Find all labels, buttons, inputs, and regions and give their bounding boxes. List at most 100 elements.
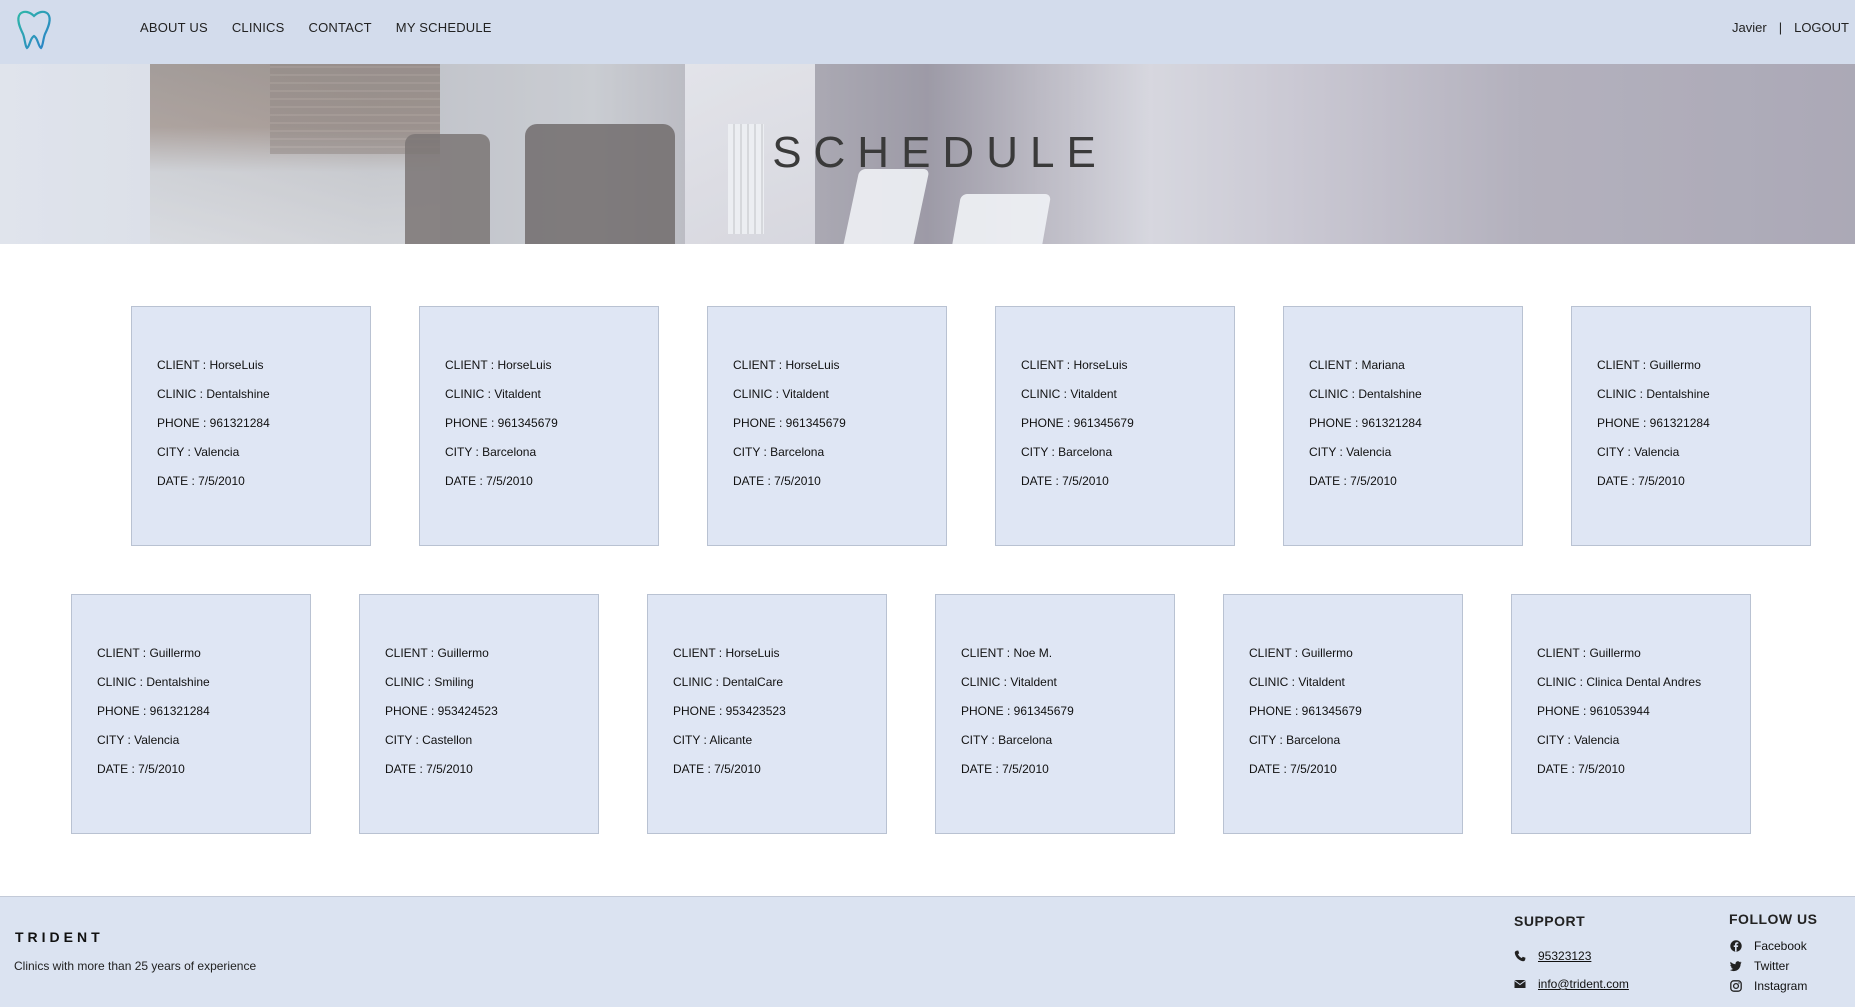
card-clinic: CLINIC : DentalCare: [673, 675, 784, 689]
support-phone-link[interactable]: 95323123: [1538, 949, 1591, 963]
card-clinic: CLINIC : Clinica Dental Andres: [1537, 675, 1702, 689]
facebook-icon: [1730, 940, 1742, 952]
appointment-card[interactable]: CLIENT : HorseLuis CLINIC : Vitaldent PH…: [707, 306, 947, 546]
card-phone: PHONE : 961053944: [1537, 704, 1650, 718]
card-client: CLIENT : Guillermo: [97, 646, 201, 660]
card-client: CLIENT : Guillermo: [1537, 646, 1641, 660]
user-name-link[interactable]: Javier: [1732, 20, 1767, 35]
appointment-card[interactable]: CLIENT : HorseLuis CLINIC : Vitaldent PH…: [419, 306, 659, 546]
appointment-card[interactable]: CLIENT : Guillermo CLINIC : Smiling PHON…: [359, 594, 599, 834]
card-client: CLIENT : HorseLuis: [733, 358, 840, 372]
tooth-logo-icon[interactable]: [14, 8, 54, 50]
card-date: DATE : 7/5/2010: [733, 474, 821, 488]
social-facebook[interactable]: Facebook: [1730, 939, 1807, 953]
card-city: CITY : Barcelona: [733, 445, 825, 459]
card-date: DATE : 7/5/2010: [1021, 474, 1109, 488]
appointment-card[interactable]: CLIENT : Guillermo CLINIC : Dentalshine …: [71, 594, 311, 834]
appointment-card[interactable]: CLIENT : Guillermo CLINIC : Vitaldent PH…: [1223, 594, 1463, 834]
card-date: DATE : 7/5/2010: [445, 474, 533, 488]
card-city: CITY : Valencia: [97, 733, 180, 747]
card-clinic: CLINIC : Vitaldent: [445, 387, 541, 401]
card-city: CITY : Castellon: [385, 733, 473, 747]
card-date: DATE : 7/5/2010: [97, 762, 185, 776]
card-client: CLIENT : Guillermo: [1249, 646, 1353, 660]
card-city: CITY : Valencia: [1309, 445, 1392, 459]
card-date: DATE : 7/5/2010: [385, 762, 473, 776]
support-heading: SUPPORT: [1514, 913, 1586, 929]
nav-my-schedule[interactable]: MY SCHEDULE: [396, 20, 492, 35]
card-client: CLIENT : Guillermo: [385, 646, 489, 660]
card-city: CITY : Valencia: [1597, 445, 1680, 459]
card-city: CITY : Barcelona: [445, 445, 537, 459]
top-navbar: ABOUT US CLINICS CONTACT MY SCHEDULE Jav…: [0, 0, 1855, 64]
social-label: Instagram: [1754, 979, 1808, 993]
card-phone: PHONE : 961345679: [1249, 704, 1362, 718]
card-date: DATE : 7/5/2010: [1597, 474, 1685, 488]
card-date: DATE : 7/5/2010: [1537, 762, 1625, 776]
social-instagram[interactable]: Instagram: [1730, 979, 1807, 993]
card-client: CLIENT : Guillermo: [1597, 358, 1701, 372]
card-date: DATE : 7/5/2010: [673, 762, 761, 776]
user-area: Javier | LOGOUT: [1732, 20, 1849, 35]
social-label: Twitter: [1754, 959, 1790, 973]
card-phone: PHONE : 961345679: [445, 416, 558, 430]
user-separator: |: [1778, 20, 1783, 35]
card-phone: PHONE : 961345679: [961, 704, 1074, 718]
appointment-card[interactable]: CLIENT : Noe M. CLINIC : Vitaldent PHONE…: [935, 594, 1175, 834]
card-city: CITY : Alicante: [673, 733, 753, 747]
card-phone: PHONE : 961321284: [1309, 416, 1422, 430]
card-client: CLIENT : HorseLuis: [157, 358, 264, 372]
card-city: CITY : Barcelona: [961, 733, 1053, 747]
hero-banner: SCHEDULE: [0, 64, 1855, 244]
appointment-card[interactable]: CLIENT : HorseLuis CLINIC : Dentalshine …: [131, 306, 371, 546]
envelope-icon: [1514, 978, 1526, 990]
card-city: CITY : Barcelona: [1021, 445, 1113, 459]
card-phone: PHONE : 953424523: [385, 704, 498, 718]
card-client: CLIENT : HorseLuis: [1021, 358, 1128, 372]
card-date: DATE : 7/5/2010: [961, 762, 1049, 776]
nav-clinics[interactable]: CLINICS: [232, 20, 285, 35]
page-title: SCHEDULE: [772, 128, 1108, 177]
site-footer: TRIDENT Clinics with more than 25 years …: [0, 896, 1855, 1007]
card-date: DATE : 7/5/2010: [1309, 474, 1397, 488]
card-clinic: CLINIC : Dentalshine: [1597, 387, 1710, 401]
card-clinic: CLINIC : Vitaldent: [961, 675, 1057, 689]
phone-icon: [1514, 950, 1526, 962]
appointment-card[interactable]: CLIENT : Guillermo CLINIC : Dentalshine …: [1571, 306, 1811, 546]
instagram-icon: [1730, 980, 1742, 992]
card-client: CLIENT : HorseLuis: [445, 358, 552, 372]
card-clinic: CLINIC : Dentalshine: [157, 387, 270, 401]
nav-contact[interactable]: CONTACT: [309, 20, 372, 35]
card-phone: PHONE : 961345679: [1021, 416, 1134, 430]
card-client: CLIENT : HorseLuis: [673, 646, 780, 660]
card-phone: PHONE : 953423523: [673, 704, 786, 718]
social-label: Facebook: [1754, 939, 1807, 953]
card-date: DATE : 7/5/2010: [157, 474, 245, 488]
main-nav: ABOUT US CLINICS CONTACT MY SCHEDULE: [140, 20, 516, 35]
card-phone: PHONE : 961321284: [157, 416, 270, 430]
follow-heading: FOLLOW US: [1729, 911, 1818, 927]
card-client: CLIENT : Noe M.: [961, 646, 1053, 660]
appointment-card[interactable]: CLIENT : Mariana CLINIC : Dentalshine PH…: [1283, 306, 1523, 546]
card-date: DATE : 7/5/2010: [1249, 762, 1337, 776]
card-clinic: CLINIC : Vitaldent: [733, 387, 829, 401]
support-phone: 95323123: [1514, 949, 1591, 963]
nav-about-us[interactable]: ABOUT US: [140, 20, 208, 35]
card-phone: PHONE : 961345679: [733, 416, 846, 430]
card-city: CITY : Valencia: [157, 445, 240, 459]
card-clinic: CLINIC : Vitaldent: [1249, 675, 1345, 689]
card-city: CITY : Barcelona: [1249, 733, 1341, 747]
card-clinic: CLINIC : Dentalshine: [97, 675, 210, 689]
support-email-link[interactable]: info@trident.com: [1538, 977, 1629, 991]
card-client: CLIENT : Mariana: [1309, 358, 1405, 372]
card-phone: PHONE : 961321284: [97, 704, 210, 718]
appointment-card[interactable]: CLIENT : Guillermo CLINIC : Clinica Dent…: [1511, 594, 1751, 834]
card-phone: PHONE : 961321284: [1597, 416, 1710, 430]
logout-link[interactable]: LOGOUT: [1794, 20, 1849, 35]
twitter-icon: [1729, 960, 1742, 972]
social-twitter[interactable]: Twitter: [1729, 959, 1790, 973]
support-email: info@trident.com: [1514, 977, 1629, 991]
appointment-card[interactable]: CLIENT : HorseLuis CLINIC : Vitaldent PH…: [995, 306, 1235, 546]
card-clinic: CLINIC : Smiling: [385, 675, 474, 689]
appointment-card[interactable]: CLIENT : HorseLuis CLINIC : DentalCare P…: [647, 594, 887, 834]
